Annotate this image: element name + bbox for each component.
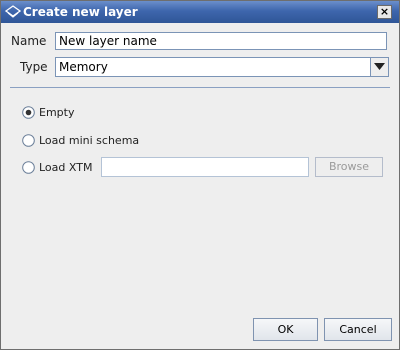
dialog-title: Create new layer — [23, 5, 138, 19]
layer-diamond-icon — [5, 5, 21, 18]
type-select[interactable]: Memory — [55, 57, 389, 77]
ok-button[interactable]: OK — [253, 318, 318, 341]
cancel-button[interactable]: Cancel — [324, 318, 392, 341]
type-select-value: Memory — [59, 60, 108, 74]
radio-unselected-icon[interactable] — [22, 134, 35, 147]
radio-unselected-icon[interactable] — [22, 161, 35, 174]
option-empty-label: Empty — [39, 106, 75, 119]
name-label: Name — [11, 34, 47, 48]
dialog-window: Create new layer × Name Type Memory Empt… — [0, 0, 400, 350]
option-load-mini-schema-label: Load mini schema — [39, 134, 140, 147]
option-load-xtm-label: Load XTM — [39, 161, 93, 174]
chevron-down-icon — [374, 63, 385, 70]
xtm-path-input[interactable] — [101, 157, 309, 177]
layer-name-input[interactable] — [55, 32, 387, 50]
close-button[interactable]: × — [377, 5, 392, 19]
separator-line — [10, 87, 390, 88]
radio-selected-icon[interactable] — [22, 106, 35, 119]
type-dropdown-button[interactable] — [370, 58, 388, 76]
title-bar[interactable]: Create new layer × — [1, 1, 399, 23]
type-label: Type — [20, 60, 48, 74]
browse-button[interactable]: Browse — [315, 157, 383, 177]
